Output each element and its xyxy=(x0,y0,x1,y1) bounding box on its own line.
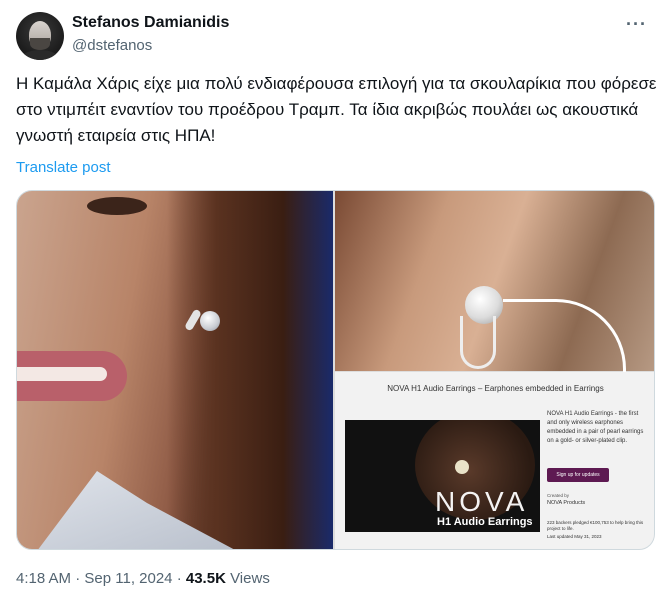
photo-ear-hoop xyxy=(460,316,496,369)
more-options-icon[interactable]: ··· xyxy=(626,14,647,35)
author-handle[interactable]: @dstefanos xyxy=(72,37,152,54)
product-created-by-label: Created by xyxy=(547,493,570,498)
product-company: NOVA Products xyxy=(547,500,586,506)
tweet-time[interactable]: 4:18 AM xyxy=(16,570,71,587)
meta-separator: · xyxy=(75,570,81,587)
author-name[interactable]: Stefanos Damianidis xyxy=(72,14,229,32)
photo-teeth xyxy=(17,367,107,381)
photo-face-closeup[interactable] xyxy=(17,191,333,549)
product-last-updated: Last updated May 31, 2023 xyxy=(547,534,602,539)
avatar-beard xyxy=(30,38,50,50)
photo-ear-closeup[interactable] xyxy=(335,191,654,372)
author-avatar[interactable] xyxy=(16,12,64,60)
tweet-text: Η Καμάλα Χάρις είχε μια πολύ ενδιαφέρουσ… xyxy=(16,74,657,145)
tweet-meta: 4:18 AM · Sep 11, 2024 · 43.5K Views xyxy=(16,570,270,587)
photo-arrow-annotation xyxy=(503,299,626,372)
product-logo-subtitle: H1 Audio Earrings xyxy=(437,516,533,528)
product-signup-button: Sign up for updates xyxy=(547,468,609,482)
photo-product-page[interactable]: NOVA H1 Audio Earrings – Earphones embed… xyxy=(335,372,654,549)
product-image-earring xyxy=(455,460,469,474)
tweet-media[interactable]: NOVA H1 Audio Earrings – Earphones embed… xyxy=(16,190,655,550)
views-count: 43.5K xyxy=(185,570,226,587)
product-description: NOVA H1 Audio Earrings - the first and o… xyxy=(547,411,644,444)
photo-hair xyxy=(167,191,333,549)
product-page-title: NOVA H1 Audio Earrings – Earphones embed… xyxy=(387,384,604,393)
product-image: NOVA H1 Audio Earrings xyxy=(345,420,540,532)
translate-post-link[interactable]: Translate post xyxy=(16,159,111,176)
photo-earring-pearl xyxy=(200,311,220,331)
avatar-shoulders xyxy=(20,50,60,60)
views-label: Views xyxy=(230,570,270,587)
product-logo: NOVA xyxy=(435,486,529,517)
photo-eye xyxy=(87,197,147,215)
product-backers: 223 backers pledged €100,753 to help bri… xyxy=(547,520,644,531)
meta-dot: · xyxy=(176,570,182,587)
tweet-date[interactable]: Sep 11, 2024 xyxy=(84,570,172,587)
